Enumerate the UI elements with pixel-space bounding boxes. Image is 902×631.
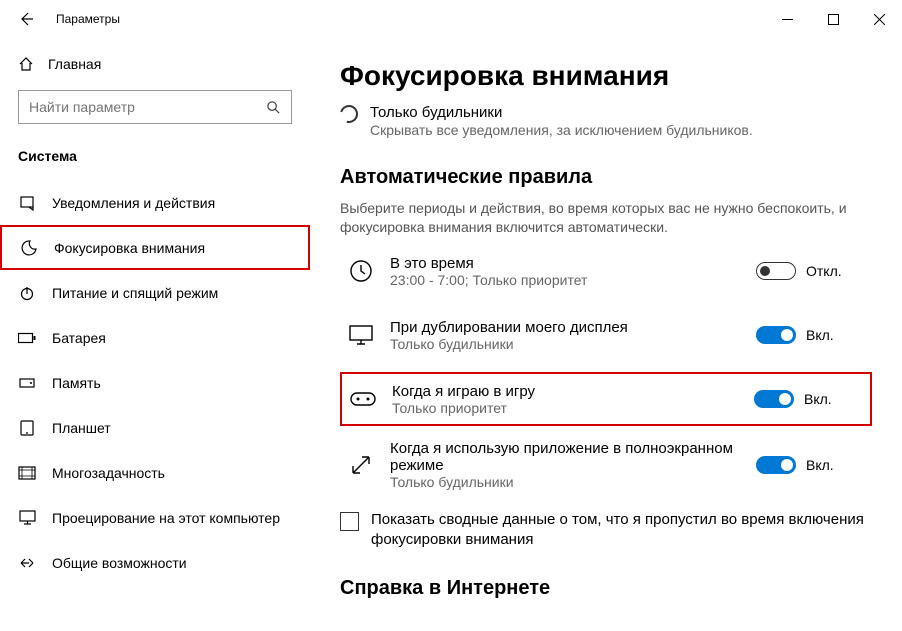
radio-option-alarms-only[interactable]: Только будильники Скрывать все уведомлен… — [340, 104, 872, 140]
close-icon — [874, 14, 885, 25]
sidebar-item-label: Фокусировка внимания — [54, 240, 205, 256]
clock-icon — [346, 258, 376, 284]
sidebar-item-label: Многозадачность — [52, 465, 165, 481]
rule-list: В это время 23:00 - 7:00; Только приорит… — [340, 244, 872, 494]
sidebar-item-notifications[interactable]: Уведомления и действия — [0, 180, 310, 225]
window-title: Параметры — [46, 12, 120, 26]
display-icon — [346, 324, 376, 346]
rule-sub: Только будильники — [390, 336, 742, 352]
checkbox-label: Показать сводные данные о том, что я про… — [371, 510, 872, 551]
shared-icon — [18, 555, 36, 571]
sidebar-item-projecting[interactable]: Проецирование на этот компьютер — [0, 495, 310, 540]
sidebar-item-shared[interactable]: Общие возможности — [0, 540, 310, 585]
search-input[interactable] — [29, 99, 266, 115]
power-icon — [18, 285, 36, 301]
rule-sub: Только приоритет — [392, 400, 740, 416]
arrow-left-icon — [18, 11, 34, 27]
maximize-icon — [828, 14, 839, 25]
sidebar: Главная Система Уведомления и действия — [0, 38, 310, 631]
gamepad-icon — [348, 389, 378, 409]
home-icon — [18, 56, 34, 72]
radio-icon — [337, 102, 362, 127]
toggle-label: Вкл. — [806, 457, 834, 473]
close-button[interactable] — [856, 3, 902, 35]
toggle-label: Вкл. — [804, 391, 832, 407]
sidebar-item-label: Память — [52, 375, 101, 391]
toggle-switch[interactable] — [756, 262, 796, 280]
home-link[interactable]: Главная — [0, 46, 310, 82]
search-icon — [266, 100, 281, 115]
titlebar: Параметры — [0, 0, 902, 38]
sidebar-item-label: Проецирование на этот компьютер — [52, 510, 280, 526]
sidebar-item-label: Уведомления и действия — [52, 195, 215, 211]
battery-icon — [18, 332, 36, 344]
search-box[interactable] — [18, 90, 292, 124]
toggle-switch[interactable] — [756, 326, 796, 344]
rule-title: Когда я использую приложение в полноэкра… — [390, 440, 742, 474]
rule-sub: Только будильники — [390, 474, 742, 490]
radio-label: Только будильники — [370, 104, 753, 121]
tablet-icon — [18, 420, 36, 436]
back-button[interactable] — [18, 11, 46, 27]
home-label: Главная — [48, 56, 101, 72]
sidebar-item-label: Питание и спящий режим — [52, 285, 218, 301]
radio-sub: Скрывать все уведомления, за исключением… — [370, 121, 753, 140]
main-content: Фокусировка внимания Только будильники С… — [310, 38, 902, 631]
moon-icon — [20, 240, 38, 256]
window-controls — [764, 3, 902, 35]
rule-title: Когда я играю в игру — [392, 383, 740, 400]
nav: Уведомления и действия Фокусировка внима… — [0, 180, 310, 585]
sidebar-item-label: Батарея — [52, 330, 106, 346]
sidebar-item-focus-assist[interactable]: Фокусировка внимания — [0, 225, 310, 270]
auto-rules-desc: Выберите периоды и действия, во время ко… — [340, 199, 872, 238]
sidebar-item-multitasking[interactable]: Многозадачность — [0, 450, 310, 495]
checkbox[interactable] — [340, 512, 359, 531]
sidebar-item-label: Планшет — [52, 420, 111, 436]
maximize-button[interactable] — [810, 3, 856, 35]
toggle-switch[interactable] — [756, 456, 796, 474]
rule-playing-game[interactable]: Когда я играю в игру Только приоритет Вк… — [340, 372, 872, 426]
toggle-label: Вкл. — [806, 327, 834, 343]
sidebar-section-title: Система — [0, 128, 310, 174]
rule-title: При дублировании моего дисплея — [390, 319, 742, 336]
minimize-button[interactable] — [764, 3, 810, 35]
storage-icon — [18, 375, 36, 391]
rule-during-these-times[interactable]: В это время 23:00 - 7:00; Только приорит… — [340, 244, 872, 298]
minimize-icon — [782, 14, 793, 25]
projecting-icon — [18, 510, 36, 525]
sidebar-item-label: Общие возможности — [52, 555, 187, 571]
help-title: Справка в Интернете — [340, 577, 872, 600]
multitasking-icon — [18, 466, 36, 480]
sidebar-item-storage[interactable]: Память — [0, 360, 310, 405]
fullscreen-icon — [346, 453, 376, 477]
sidebar-item-power[interactable]: Питание и спящий режим — [0, 270, 310, 315]
summary-checkbox-row[interactable]: Показать сводные данные о том, что я про… — [340, 510, 872, 551]
rule-fullscreen-app[interactable]: Когда я использую приложение в полноэкра… — [340, 436, 872, 494]
rule-duplicating-display[interactable]: При дублировании моего дисплея Только бу… — [340, 308, 872, 362]
page-title: Фокусировка внимания — [340, 60, 872, 92]
toggle-switch[interactable] — [754, 390, 794, 408]
rule-title: В это время — [390, 255, 742, 272]
rule-sub: 23:00 - 7:00; Только приоритет — [390, 272, 742, 288]
sidebar-item-tablet[interactable]: Планшет — [0, 405, 310, 450]
toggle-label: Откл. — [806, 263, 842, 279]
notifications-icon — [18, 195, 36, 211]
sidebar-item-battery[interactable]: Батарея — [0, 315, 310, 360]
auto-rules-title: Автоматические правила — [340, 166, 872, 189]
